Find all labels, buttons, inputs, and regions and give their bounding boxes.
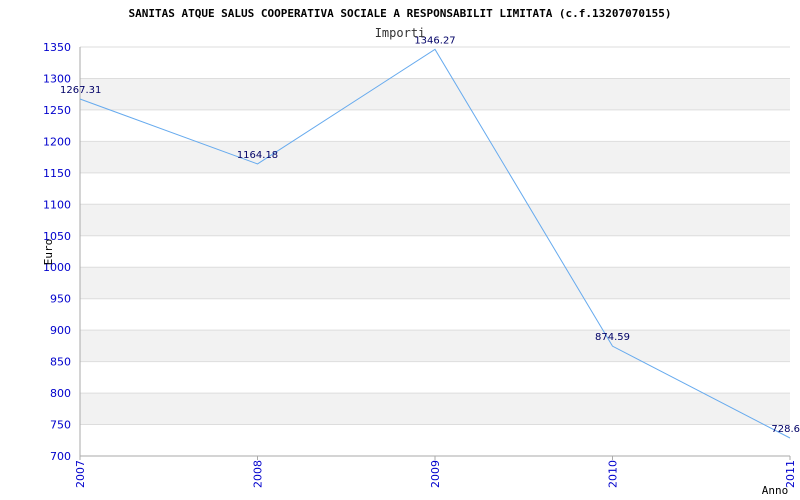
chart-title: SANITAS ATQUE SALUS COOPERATIVA SOCIALE … (128, 7, 671, 20)
background-band (80, 78, 790, 110)
chart-subtitle: Importi (375, 26, 426, 40)
x-tick-labels: 2007 2008 2009 2010 2011 (74, 456, 797, 488)
y-tick-label: 1100 (43, 198, 71, 211)
background-band (80, 204, 790, 236)
y-tick-label: 850 (50, 356, 71, 369)
background-band (80, 393, 790, 425)
y-tick-label: 1150 (43, 167, 71, 180)
x-tick-label: 2010 (607, 460, 620, 488)
y-tick-label: 750 (50, 419, 71, 432)
data-label: 728.6 (771, 424, 800, 435)
line-chart: 7007508008509009501000105011001150120012… (42, 7, 800, 497)
y-tick-label: 1250 (43, 104, 71, 117)
background-band (80, 141, 790, 173)
data-label: 1164.18 (237, 150, 278, 161)
x-tick-label: 2007 (74, 460, 87, 488)
y-tick-label: 950 (50, 293, 71, 306)
y-axis-label: Euro (42, 239, 55, 266)
x-axis-label: Anno (762, 484, 789, 497)
y-tick-label: 1300 (43, 72, 71, 85)
y-tick-label: 1350 (43, 41, 71, 54)
y-tick-label: 700 (50, 450, 71, 463)
x-tick-label: 2008 (252, 460, 265, 488)
background-band (80, 330, 790, 362)
y-tick-label: 1200 (43, 135, 71, 148)
x-tick-label: 2009 (429, 460, 442, 488)
data-label: 1267.31 (60, 85, 101, 96)
y-tick-label: 800 (50, 387, 71, 400)
data-label: 874.59 (595, 332, 630, 343)
background-bands (80, 78, 790, 425)
y-tick-label: 900 (50, 324, 71, 337)
background-band (80, 267, 790, 299)
